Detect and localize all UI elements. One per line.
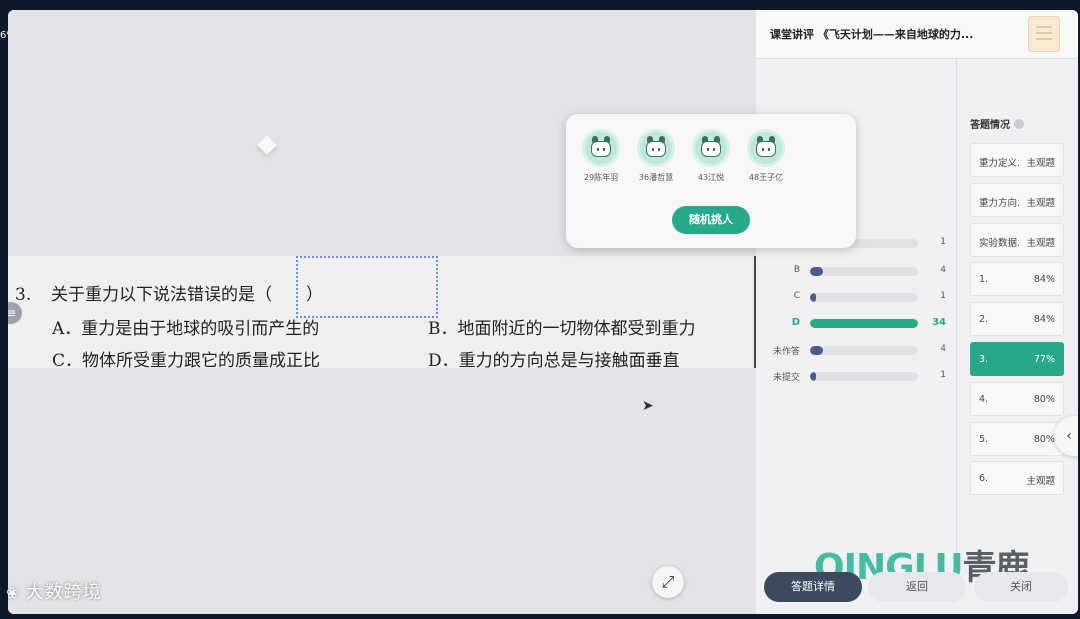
- review-panel: 课堂讲评 《飞天计划——来自地球的力... 1 B 4 C 1 D 34 未作答 4 未提交 1 答…: [756, 10, 1078, 614]
- question-item[interactable]: 1. 84%: [970, 262, 1064, 297]
- student-name: 29陈年羽: [583, 173, 619, 182]
- answer-status-heading: 答题情况: [970, 116, 1024, 131]
- watermark-icon: ❀: [6, 584, 20, 602]
- question-item-value: 主观题: [1026, 197, 1055, 209]
- question-item-label: 3.: [979, 354, 989, 365]
- answer-bar-label: C: [793, 291, 800, 301]
- question-item-label: 2.: [979, 314, 989, 326]
- answer-bar-count: 1: [940, 370, 946, 380]
- mouse-cursor-icon: ➤: [642, 398, 654, 414]
- question-item-value: 84%: [1033, 314, 1055, 326]
- question-item[interactable]: 重力定义. 主观题: [970, 143, 1064, 177]
- answer-bar-fill: [810, 267, 823, 276]
- student-avatar-icon: [585, 132, 617, 164]
- question-item-value: 主观题: [1026, 158, 1055, 169]
- student-card[interactable]: 29陈年羽: [572, 132, 630, 183]
- question-item-label: 1.: [979, 274, 989, 286]
- student-name: 43江悦: [697, 173, 725, 182]
- chevron-left-icon: ‹: [1066, 428, 1072, 444]
- option-b: B．地面附近的一切物体都受到重力: [428, 319, 696, 339]
- expand-button[interactable]: ⤢: [652, 566, 684, 598]
- question-title: 3. 关于重力以下说法错误的是（ ）: [15, 280, 323, 305]
- answer-bar-fill: [810, 293, 817, 302]
- answer-bar-count: 34: [932, 317, 946, 328]
- back-button[interactable]: 返回: [868, 572, 966, 602]
- option-a: A．重力是由于地球的吸引而产生的: [52, 319, 320, 339]
- student-name: 48王子亿: [748, 173, 784, 182]
- question-item-label: 重力定义.: [979, 158, 1021, 169]
- question-item-value: 80%: [1033, 433, 1055, 445]
- main-content: 3. 关于重力以下说法错误的是（ ） A．重力是由于地球的吸引而产生的 B．地面附…: [8, 10, 756, 614]
- answer-bar-row: 未作答 4: [764, 343, 954, 357]
- question-item-value: 主观题: [1026, 476, 1055, 488]
- question-item-label: 6.: [979, 473, 989, 485]
- student-avatar-icon: [750, 132, 782, 164]
- answer-bar-fill: [810, 319, 918, 328]
- app-window: 3. 关于重力以下说法错误的是（ ） A．重力是由于地球的吸引而产生的 B．地面附…: [8, 10, 1078, 614]
- answer-bar-count: 4: [940, 344, 946, 354]
- question-item-label: 实验数据.: [979, 237, 1021, 249]
- answer-bar-count: 1: [940, 291, 946, 301]
- question-item-label: 重力方向.: [979, 197, 1021, 209]
- question-item[interactable]: 3. 77%: [970, 342, 1064, 376]
- answer-bar-track: [810, 267, 918, 276]
- answer-bar-row: B4: [764, 264, 954, 278]
- question-item-label: 4.: [979, 393, 989, 405]
- answer-bar-count: 4: [940, 265, 946, 275]
- question-item-value: 80%: [1033, 393, 1055, 405]
- question-item[interactable]: 重力方向. 主观题: [970, 182, 1064, 217]
- answer-bar-row: D 34: [764, 316, 954, 330]
- answer-bar-label: 未提交: [772, 373, 800, 383]
- question-item-label: 5.: [979, 433, 989, 445]
- question-item[interactable]: 5. 80%: [970, 421, 1064, 456]
- question-item-value: 主观题: [1026, 237, 1055, 249]
- question-strip: 3. 关于重力以下说法错误的是（ ） A．重力是由于地球的吸引而产生的 B．地面附…: [8, 256, 756, 371]
- option-d: D．重力的方向总是与接触面垂直: [428, 351, 680, 371]
- answer-detail-button[interactable]: 答题详情: [764, 572, 862, 602]
- answer-bar-label: B: [793, 265, 800, 275]
- question-item[interactable]: 6. 主观题: [970, 461, 1064, 496]
- answer-bar-label: D: [791, 317, 800, 328]
- option-c: C．物体所受重力跟它的质量成正比: [52, 351, 321, 371]
- answer-bar-track: [810, 372, 918, 381]
- answer-bar-fill: [810, 372, 817, 381]
- answer-bar-label: 未作答: [772, 347, 800, 357]
- question-item-value: 77%: [1033, 354, 1055, 365]
- panel-header: 课堂讲评 《飞天计划——来自地球的力...: [756, 10, 1078, 59]
- answer-bar-count: 1: [940, 237, 946, 247]
- question-item[interactable]: 2. 84%: [970, 302, 1064, 337]
- answer-bar-track: [810, 319, 918, 328]
- answer-status-title: 答题情况: [970, 120, 1010, 131]
- question-item[interactable]: 4. 80%: [970, 381, 1064, 416]
- answer-bar-track: [810, 293, 918, 302]
- random-pick-popup: 29陈年羽 36潘哲慧 43江悦 48王子亿 随机挑人: [566, 114, 856, 248]
- student-card[interactable]: 43江悦: [682, 132, 740, 183]
- watermark-text: 大数跨境: [25, 582, 102, 603]
- column-divider: [956, 58, 957, 568]
- answer-bar-row: 未提交 1: [764, 369, 954, 383]
- answer-bar-track: [810, 346, 918, 355]
- question-item[interactable]: 实验数据. 主观题: [970, 222, 1064, 257]
- question-text: 关于重力以下说法错误的是（ ）: [51, 285, 323, 305]
- question-item-value: 84%: [1033, 274, 1055, 286]
- student-card[interactable]: 48王子亿: [737, 132, 795, 183]
- answer-bar-row: C1: [764, 290, 954, 304]
- question-number: 3.: [15, 285, 32, 305]
- close-button[interactable]: 关闭: [974, 572, 1068, 602]
- panel-title: 课堂讲评 《飞天计划——来自地球的力...: [770, 28, 974, 41]
- answer-bar-fill: [810, 346, 823, 355]
- student-avatar-icon: [695, 132, 727, 164]
- student-name: 36潘哲慧: [638, 173, 674, 182]
- student-card[interactable]: 36潘哲慧: [627, 132, 685, 183]
- random-pick-button[interactable]: 随机挑人: [672, 206, 750, 234]
- expand-icon: ⤢: [661, 572, 675, 591]
- watermark: ❀ 大数跨境: [6, 578, 102, 604]
- help-icon[interactable]: [1014, 119, 1024, 129]
- student-avatar-icon: [640, 132, 672, 164]
- document-icon[interactable]: [1028, 16, 1060, 52]
